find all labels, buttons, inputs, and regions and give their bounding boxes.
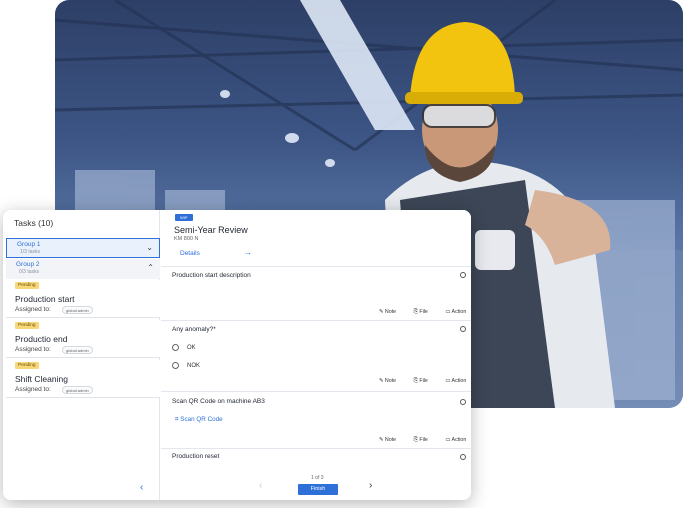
- task-item[interactable]: Pending Shift Cleaning Assigned to: glob…: [6, 360, 160, 398]
- history-icon[interactable]: [460, 454, 466, 460]
- question-actions: ✎ Note ⎘ File ▭ Action: [379, 378, 471, 385]
- arrow-right-icon[interactable]: →: [244, 248, 252, 257]
- task-item[interactable]: Pending Productio end Assigned to: globa…: [6, 320, 160, 358]
- note-button[interactable]: ✎ Note: [379, 309, 404, 315]
- note-label: Note: [384, 309, 397, 315]
- action-label: Action: [451, 437, 467, 443]
- action-label: Action: [451, 309, 467, 315]
- status-badge: Pending: [15, 282, 39, 289]
- task-detail-panel: WIP Semi-Year Review KM 800 N Details → …: [161, 210, 471, 500]
- divider: [161, 448, 471, 449]
- file-label: File: [419, 437, 428, 443]
- action-label: Action: [451, 378, 467, 384]
- question-actions: ✎ Note ⎘ File ▭ Action: [379, 437, 471, 444]
- page-indicator: 1 of 3: [311, 475, 324, 481]
- file-button[interactable]: ⎘ File: [414, 378, 436, 384]
- file-label: File: [419, 309, 428, 315]
- history-icon[interactable]: [460, 326, 466, 332]
- assignee-chip: global.admin: [62, 306, 93, 314]
- radio-nok[interactable]: [172, 362, 179, 369]
- option-label: OK: [187, 345, 196, 351]
- group-2-header[interactable]: Group 2 0/3 tasks ⌃: [6, 259, 160, 279]
- assignee-chip: global.admin: [62, 386, 93, 394]
- tasks-count-title: Tasks (10): [14, 218, 54, 228]
- assigned-label: Assigned to:: [15, 346, 51, 353]
- question-label: Production start description: [172, 272, 251, 279]
- chevron-right-icon[interactable]: ›: [369, 480, 372, 491]
- action-button[interactable]: ▭ Action: [445, 309, 471, 315]
- page-title: Semi-Year Review: [174, 225, 248, 235]
- group-progress: 0/3 tasks: [19, 269, 40, 275]
- divider: [161, 266, 471, 267]
- question-label: Any anomaly?*: [172, 326, 216, 333]
- file-button[interactable]: ⎘ File: [414, 437, 436, 443]
- question-actions: ✎ Note ⎘ File ▭ Action: [379, 309, 471, 316]
- status-badge: Pending: [15, 362, 39, 369]
- pager: 1 of 3 ‹ Finish ›: [161, 472, 471, 500]
- option-label: NOK: [187, 363, 201, 369]
- question-label: Scan QR Code on machine AB3: [172, 398, 265, 405]
- history-icon[interactable]: [460, 272, 466, 278]
- note-label: Note: [384, 437, 397, 443]
- chevron-left-icon[interactable]: ‹: [140, 482, 143, 493]
- assigned-label: Assigned to:: [15, 306, 51, 313]
- status-badge: Pending: [15, 322, 39, 329]
- task-sidebar: Tasks (10) Group 1 1/3 tasks ⌄ Group 2 0…: [3, 210, 160, 500]
- file-label: File: [419, 378, 428, 384]
- details-link[interactable]: Details: [180, 250, 200, 257]
- checklist-app-card: Tasks (10) Group 1 1/3 tasks ⌄ Group 2 0…: [3, 210, 471, 500]
- assigned-label: Assigned to:: [15, 386, 51, 393]
- task-name: Shift Cleaning: [15, 374, 68, 384]
- question-label: Production reset: [172, 453, 220, 460]
- scan-qr-label: Scan QR Code: [180, 416, 223, 423]
- stage: Tasks (10) Group 1 1/3 tasks ⌄ Group 2 0…: [0, 0, 683, 508]
- history-icon[interactable]: [460, 399, 466, 405]
- page-subtitle: KM 800 N: [174, 236, 199, 242]
- group-1-header[interactable]: Group 1 1/3 tasks ⌄: [6, 238, 160, 258]
- qr-code-icon: ⌗: [175, 416, 179, 423]
- note-button[interactable]: ✎ Note: [379, 437, 404, 443]
- finish-button[interactable]: Finish: [298, 484, 338, 495]
- chevron-up-icon: ⌃: [147, 263, 154, 272]
- scan-qr-button[interactable]: ⌗ Scan QR Code: [175, 416, 223, 424]
- group-name: Group 2: [16, 261, 40, 268]
- chevron-left-icon[interactable]: ‹: [259, 480, 262, 491]
- file-button[interactable]: ⎘ File: [414, 309, 436, 315]
- task-item[interactable]: Pending Production start Assigned to: gl…: [6, 280, 160, 318]
- divider: [161, 391, 471, 392]
- radio-ok[interactable]: [172, 344, 179, 351]
- note-button[interactable]: ✎ Note: [379, 378, 404, 384]
- divider: [161, 320, 471, 321]
- action-button[interactable]: ▭ Action: [445, 378, 471, 384]
- task-name: Productio end: [15, 334, 68, 344]
- note-label: Note: [384, 378, 397, 384]
- status-badge: WIP: [175, 214, 193, 221]
- chevron-down-icon: ⌄: [146, 243, 153, 252]
- group-progress: 1/3 tasks: [20, 249, 41, 255]
- task-name: Production start: [15, 294, 75, 304]
- group-name: Group 1: [17, 241, 41, 248]
- action-button[interactable]: ▭ Action: [445, 437, 471, 443]
- assignee-chip: global.admin: [62, 346, 93, 354]
